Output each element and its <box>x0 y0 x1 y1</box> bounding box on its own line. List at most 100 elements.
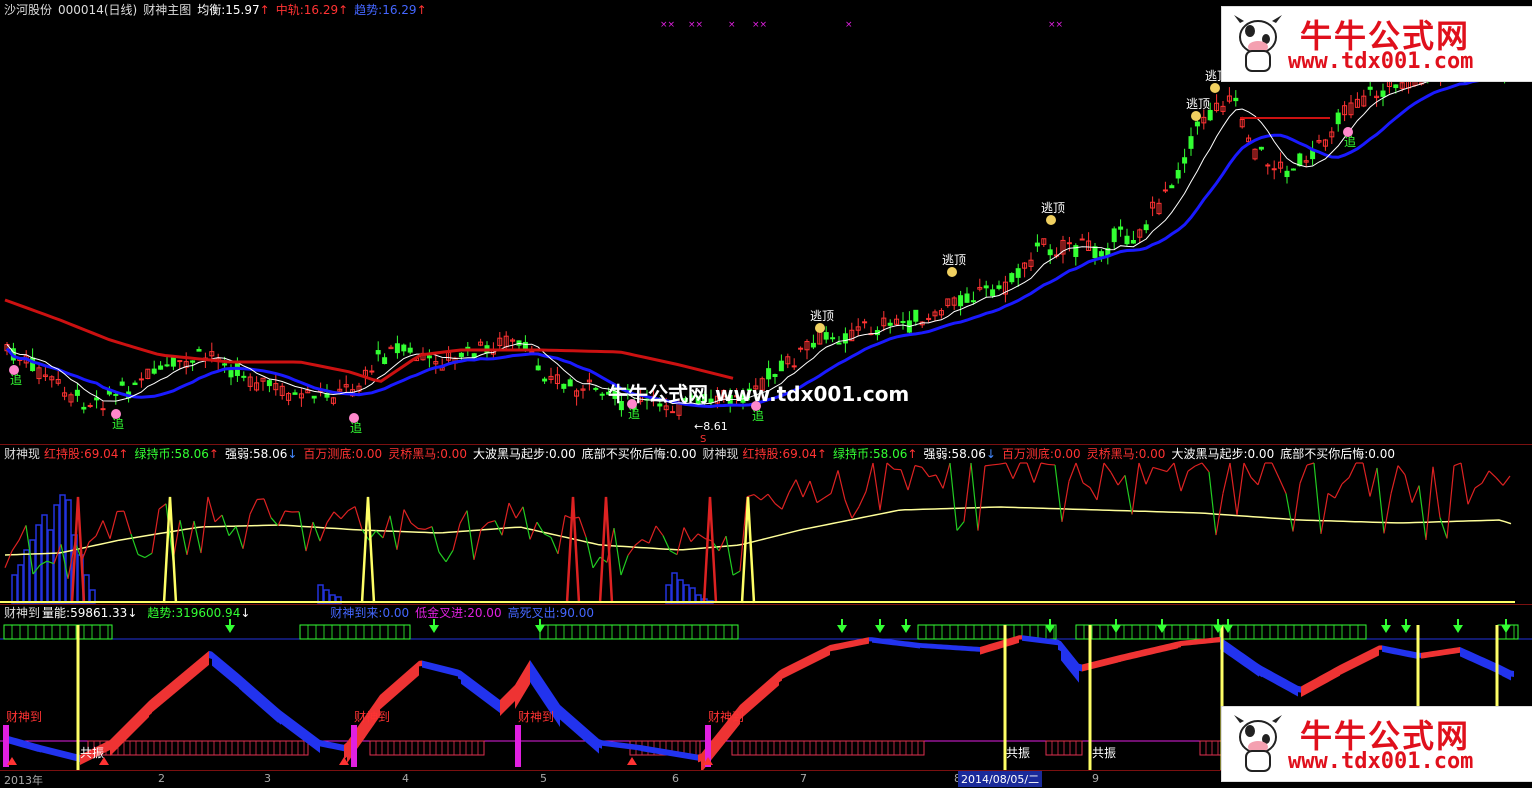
energy-wave-segment <box>602 740 605 746</box>
energy-wave-segment <box>893 640 896 646</box>
candle-body <box>671 412 675 413</box>
energy-wave-segment <box>227 664 230 681</box>
candle-body <box>395 344 399 353</box>
energy-wave-segment <box>887 639 890 645</box>
energy-wave-segment <box>980 646 983 655</box>
money-bag-icon <box>947 267 957 277</box>
energy-wave-segment <box>329 742 332 749</box>
strength-line-segment <box>1153 467 1160 469</box>
strength-line-segment <box>1419 486 1426 540</box>
axis-tick: 2013年 <box>4 772 43 788</box>
candle-body <box>75 390 79 395</box>
energy-wave-segment <box>1316 677 1319 689</box>
energy-wave-segment <box>1454 647 1457 653</box>
energy-wave-segment <box>689 753 692 760</box>
watermark-url: www.tdx001.com <box>1288 49 1473 74</box>
energy-wave-segment <box>305 729 308 744</box>
energy-wave-segment <box>977 647 980 652</box>
caishendao-label: 财神到 <box>518 710 554 724</box>
energy-wave-segment <box>191 663 194 680</box>
energy-wave-segment <box>416 661 419 678</box>
strength-line-segment <box>1391 466 1398 494</box>
energy-wave-segment <box>161 688 164 705</box>
watermark-url: www.tdx001.com <box>1288 749 1473 774</box>
junheng-label: 均衡: <box>197 3 225 17</box>
strength-line-segment <box>992 464 999 465</box>
energy-wave-segment <box>911 642 914 648</box>
energy-wave-segment <box>56 749 59 757</box>
energy-wave-segment <box>1211 638 1214 644</box>
energy-wave-segment <box>848 641 851 648</box>
energy-wave-segment <box>443 666 446 674</box>
energy-wave-segment <box>1022 635 1025 641</box>
energy-wave-segment <box>1397 648 1400 655</box>
energy-wave-segment <box>1373 647 1376 659</box>
strength-line-segment <box>236 527 243 549</box>
candle-body <box>88 405 92 406</box>
energy-wave-segment <box>209 651 212 659</box>
caishenxian-chart[interactable] <box>0 445 1532 605</box>
energy-wave-segment <box>755 689 758 706</box>
strength-line-segment <box>1384 494 1391 534</box>
mid-item-label: 强弱: <box>923 447 951 461</box>
energy-wave-segment <box>950 645 953 650</box>
energy-wave-segment <box>1481 656 1484 667</box>
strength-line-segment <box>852 507 859 519</box>
energy-wave-segment <box>38 744 41 752</box>
x-marker-label: × <box>728 20 736 30</box>
energy-wave-segment <box>515 680 518 709</box>
volume-bar <box>24 550 29 603</box>
energy-wave-segment <box>497 698 500 713</box>
caishenxian-panel[interactable]: 财神现红持股:69.04↑绿持币:58.06↑强弱:58.06↓百万测底:0.0… <box>0 444 1532 605</box>
energy-wave-segment <box>104 742 107 754</box>
candle-body <box>133 383 137 384</box>
energy-wave-segment <box>668 750 671 757</box>
energy-wave-segment <box>953 645 956 650</box>
strength-line-segment <box>320 523 327 542</box>
energy-wave-segment <box>1274 673 1277 685</box>
energy-wave-segment <box>1385 646 1388 653</box>
energy-wave-segment <box>176 676 179 693</box>
candle-body <box>843 334 847 343</box>
energy-wave-segment <box>323 741 326 748</box>
green-hold-box <box>918 625 1056 639</box>
energy-wave-segment <box>1046 638 1049 644</box>
energy-wave-segment <box>599 739 602 749</box>
energy-wave-segment <box>1085 663 1088 671</box>
cow-logo-icon <box>1228 13 1288 75</box>
energy-wave-segment <box>860 638 863 645</box>
energy-wave-segment <box>1214 637 1217 643</box>
zhonggui-value: 16.29 <box>304 3 338 17</box>
energy-wave-segment <box>974 647 977 652</box>
energy-wave-segment <box>821 648 824 660</box>
energy-wave-segment <box>659 748 662 755</box>
xx-marker-label: ×× <box>688 20 703 30</box>
strength-line-segment <box>1097 463 1104 500</box>
energy-wave-segment <box>1253 660 1256 675</box>
caishendao-label: 财神到 <box>6 710 42 724</box>
energy-wave-segment <box>1475 654 1478 665</box>
energy-wave-segment <box>281 711 284 726</box>
strength-line-segment <box>810 481 817 503</box>
energy-wave-segment <box>557 701 560 728</box>
strength-line-segment <box>1069 463 1076 481</box>
strength-line-segment <box>334 512 341 519</box>
strength-line-segment <box>1314 463 1321 534</box>
energy-wave-segment <box>410 666 413 683</box>
energy-wave-segment <box>1307 682 1310 694</box>
energy-wave-segment <box>137 710 140 729</box>
energy-wave-segment <box>1163 644 1166 652</box>
strength-line-segment <box>649 526 656 543</box>
money-bag-icon <box>1046 215 1056 225</box>
energy-wave-segment <box>620 743 623 749</box>
energy-wave-segment <box>1121 654 1124 662</box>
energy-wave-segment <box>326 741 329 748</box>
energy-wave-segment <box>962 646 965 651</box>
candle-body <box>824 333 828 339</box>
energy-wave-segment <box>1445 649 1448 655</box>
energy-wave-segment <box>590 731 593 748</box>
energy-wave-segment <box>800 659 803 671</box>
energy-wave-segment <box>317 738 320 753</box>
energy-wave-segment <box>683 752 686 759</box>
energy-wave-segment <box>53 748 56 756</box>
